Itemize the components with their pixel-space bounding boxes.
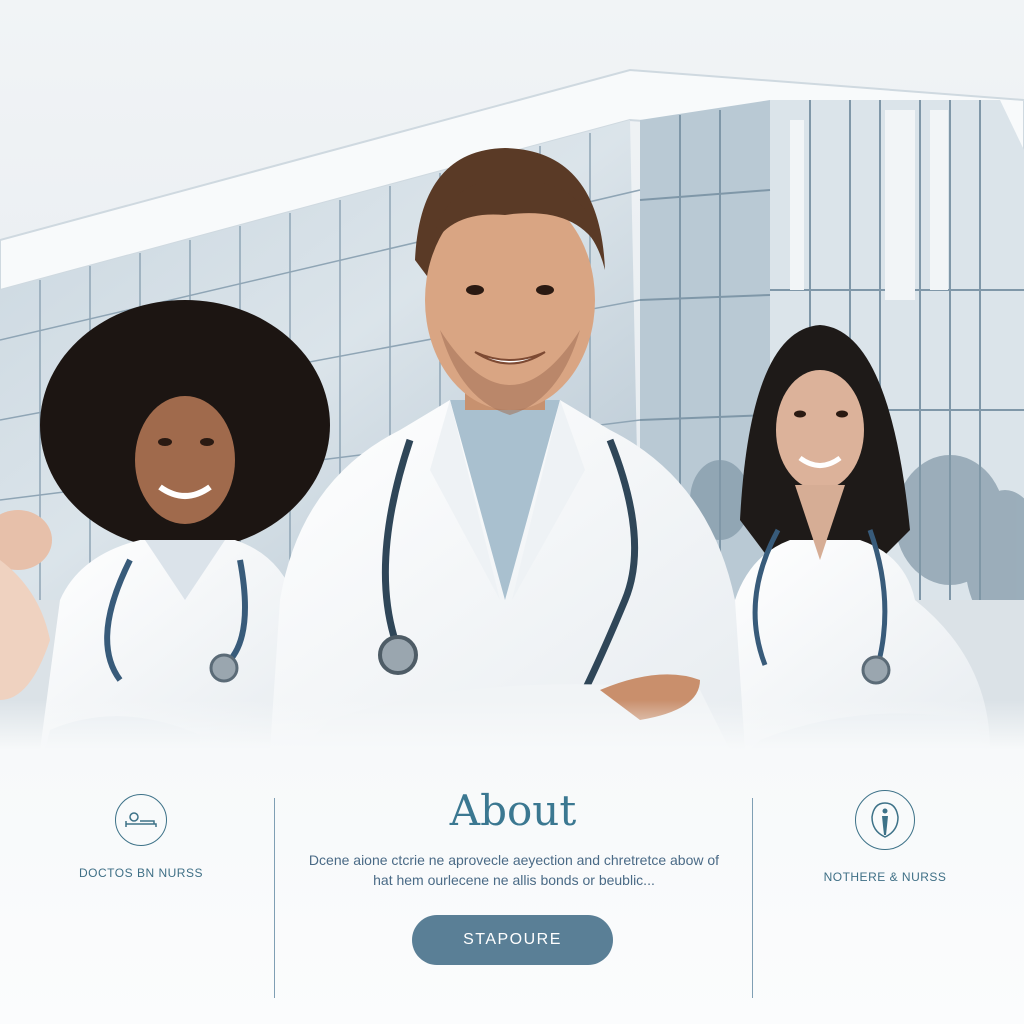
feature-label: Doctos Bn nurss	[79, 866, 203, 880]
feature-label: Nothere & nurss	[823, 870, 947, 884]
about-section: Doctos Bn nurss About Dcene aione ctcrie…	[0, 750, 1024, 1024]
bed-icon	[115, 794, 167, 846]
page-title: About	[449, 786, 577, 835]
about-text: Dcene aione ctcrie ne aprovecle aeyectio…	[308, 852, 720, 888]
cta-button[interactable]: STAPOURE	[412, 915, 613, 965]
hero-illustration	[0, 0, 1024, 750]
person-icon	[855, 790, 915, 850]
hero-image	[0, 0, 1024, 750]
feature-doctors-nurses[interactable]: Doctos Bn nurss	[46, 794, 236, 880]
hero-fade	[0, 700, 1024, 750]
feature-mothers-nurses[interactable]: Nothere & nurss	[790, 790, 980, 884]
divider	[752, 798, 753, 998]
